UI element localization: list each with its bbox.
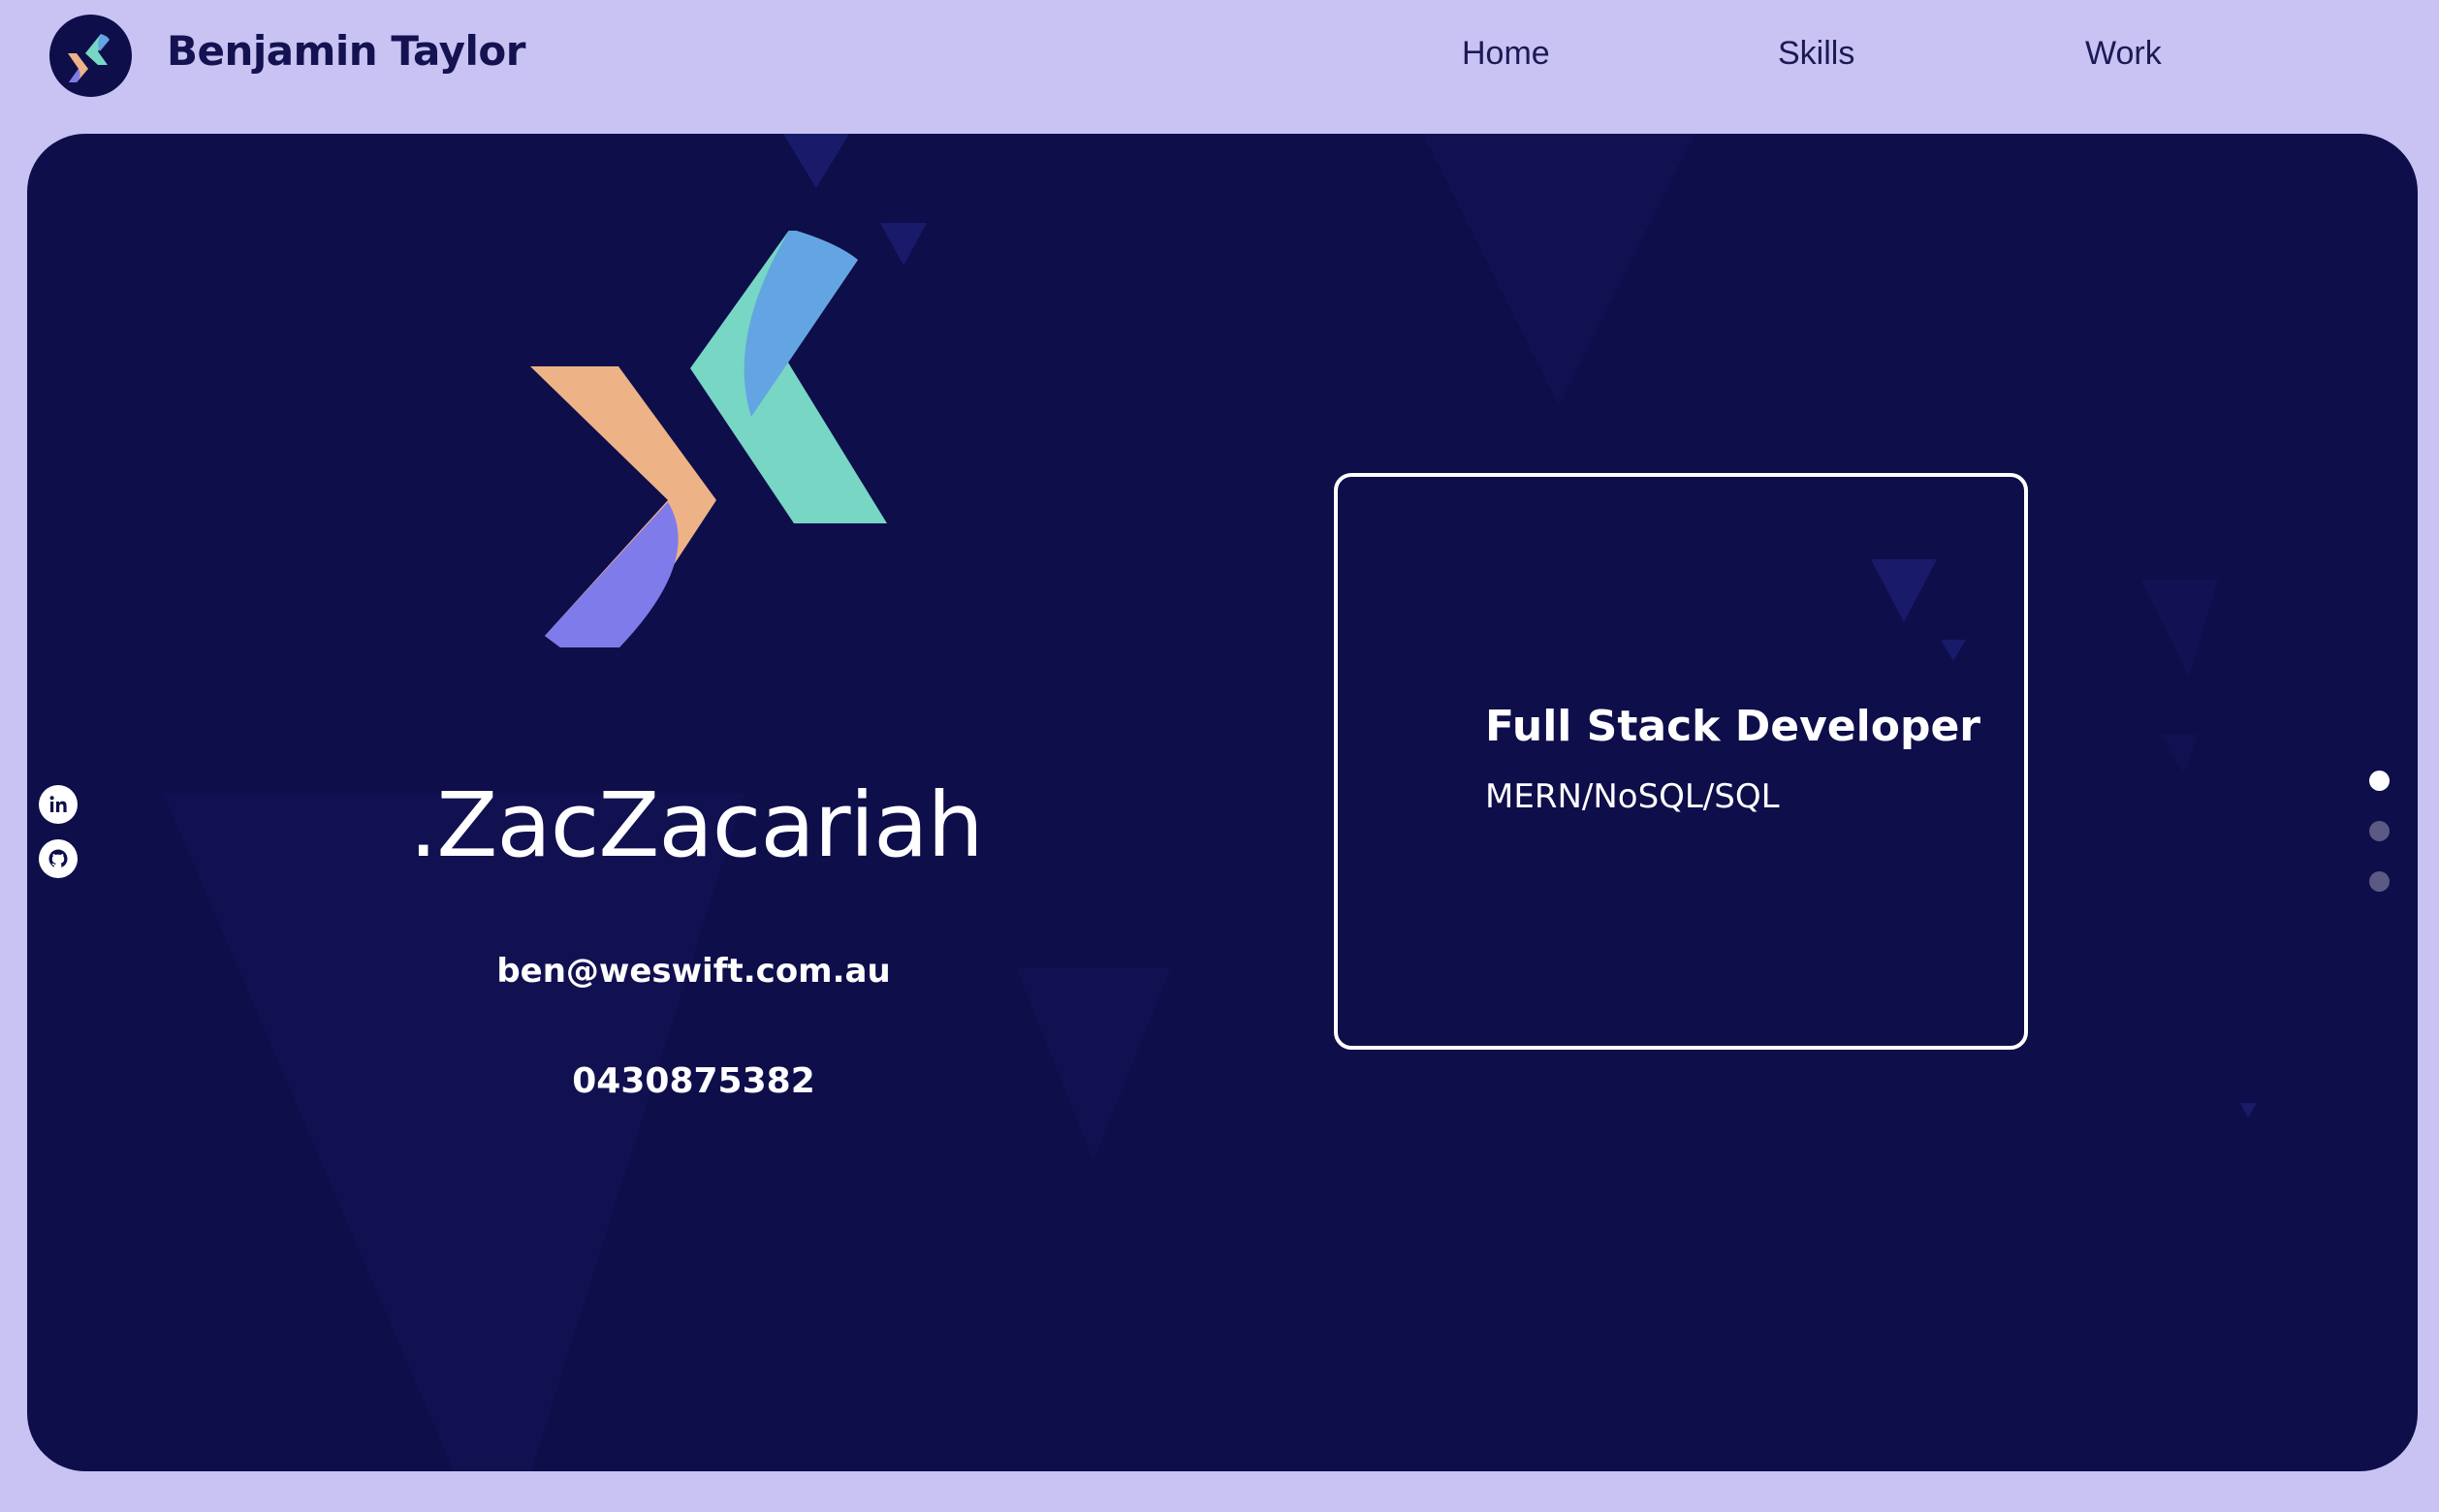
zz-logo-large-icon — [530, 231, 887, 647]
email-link[interactable]: ben@weswift.com.au — [27, 952, 1360, 991]
page-dot-1[interactable] — [2369, 771, 2390, 791]
nav-work[interactable]: Work — [2085, 35, 2162, 73]
top-navigation-bar: Benjamin Taylor Home Skills Work — [0, 0, 2439, 132]
handle-heading: .ZacZacariah — [409, 773, 984, 877]
role-title: Full Stack Developer — [1485, 702, 1980, 751]
role-card: Full Stack Developer MERN/NoSQL/SQL — [1334, 473, 2028, 1050]
card-background-triangles — [1871, 559, 1966, 661]
github-icon[interactable] — [39, 839, 78, 878]
nav-home[interactable]: Home — [1462, 35, 1550, 73]
brand-name[interactable]: Benjamin Taylor — [167, 27, 525, 75]
nav-skills[interactable]: Skills — [1778, 35, 1854, 73]
role-stack: MERN/NoSQL/SQL — [1485, 777, 1780, 816]
zz-logo-icon — [68, 34, 110, 82]
hero-panel: .ZacZacariah ben@weswift.com.au 04308753… — [27, 134, 2418, 1471]
phone-number[interactable]: 0430875382 — [27, 1061, 1360, 1101]
page-dot-2[interactable] — [2369, 821, 2390, 841]
page-dot-3[interactable] — [2369, 871, 2390, 892]
brand-logo-icon[interactable] — [49, 15, 132, 97]
linkedin-icon[interactable] — [39, 785, 78, 824]
